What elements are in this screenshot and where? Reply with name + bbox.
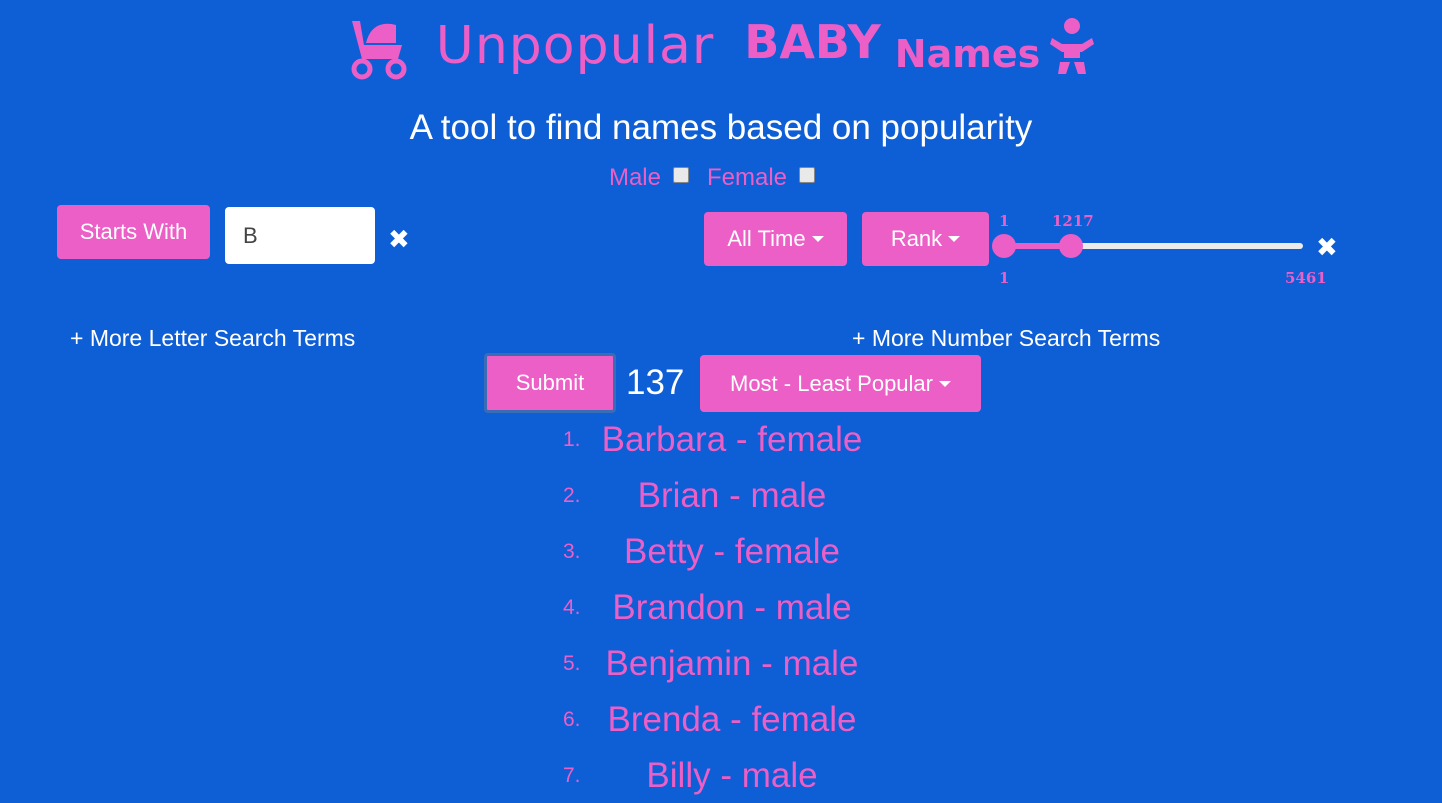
- list-item-index: 3.: [563, 540, 581, 563]
- logo-word-names: Names: [894, 32, 1041, 76]
- page-subtitle: A tool to find names based on popularity: [409, 108, 1033, 147]
- submit-button[interactable]: Submit: [484, 353, 616, 413]
- letter-search-input[interactable]: B: [225, 207, 375, 264]
- starts-with-button[interactable]: Starts With: [57, 205, 210, 259]
- list-item-name: Brenda - female: [607, 700, 857, 739]
- list-item: 1. Barbara - female: [0, 412, 1442, 468]
- more-letter-terms-link[interactable]: + More Letter Search Terms: [70, 325, 355, 352]
- list-item-index: 6.: [563, 708, 581, 731]
- metric-dropdown[interactable]: Rank: [862, 212, 989, 266]
- list-item-index: 7.: [563, 764, 581, 787]
- list-item: 4. Brandon - male: [0, 580, 1442, 636]
- female-checkbox[interactable]: [799, 167, 816, 183]
- sort-order-label: Most - Least Popular: [730, 370, 933, 396]
- list-item-name: Barbara - female: [601, 420, 863, 459]
- male-label: Male: [608, 164, 661, 191]
- metric-label: Rank: [890, 226, 943, 251]
- female-label: Female: [707, 164, 788, 191]
- starts-with-label: Starts With: [79, 219, 188, 244]
- more-number-terms-link[interactable]: + More Number Search Terms: [852, 325, 1160, 352]
- list-item: 7. Billy - male: [0, 748, 1442, 803]
- list-item: 6. Brenda - female: [0, 692, 1442, 748]
- list-item-name: Benjamin - male: [605, 644, 859, 683]
- male-checkbox[interactable]: [673, 167, 689, 183]
- results-list: 1. Barbara - female 2. Brian - male 3. B…: [0, 412, 1442, 803]
- list-item-index: 2.: [563, 484, 581, 507]
- list-item: 5. Benjamin - male: [0, 636, 1442, 692]
- logo-word-unpopular: Unpopular: [435, 16, 715, 76]
- time-period-dropdown[interactable]: All Time: [704, 212, 847, 266]
- baby-icon: [1050, 18, 1095, 74]
- gender-filter: Male Female: [0, 164, 1442, 192]
- clear-number-icon[interactable]: ✖: [1316, 232, 1338, 263]
- list-item-name: Billy - male: [646, 756, 818, 795]
- list-item-name: Betty - female: [624, 532, 840, 571]
- slider-min-label: 1: [999, 269, 1010, 287]
- submit-label: Submit: [515, 370, 585, 395]
- stroller-icon: [351, 21, 407, 80]
- caret-down-icon: [948, 236, 961, 242]
- letter-search-value: B: [243, 222, 258, 248]
- logo-word-baby: BABY: [744, 15, 881, 69]
- list-item-index: 4.: [563, 596, 581, 619]
- list-item-index: 5.: [563, 652, 581, 675]
- list-item: 3. Betty - female: [0, 524, 1442, 580]
- list-item: 2. Brian - male: [0, 468, 1442, 524]
- slider-high-value: 1217: [1052, 212, 1094, 230]
- time-period-label: All Time: [727, 226, 806, 251]
- clear-letter-icon[interactable]: ✖: [388, 224, 410, 255]
- list-item-name: Brandon - male: [612, 588, 852, 627]
- list-item-name: Brian - male: [637, 476, 827, 515]
- slider-low-value: 1: [999, 212, 1010, 230]
- caret-down-icon: [938, 380, 951, 387]
- list-item-index: 1.: [563, 428, 581, 451]
- rank-slider-low-handle[interactable]: [992, 234, 1016, 258]
- rank-slider-high-handle[interactable]: [1059, 234, 1083, 258]
- slider-max-label: 5461: [1285, 269, 1327, 287]
- result-count: 137: [626, 363, 685, 402]
- sort-order-dropdown[interactable]: Most - Least Popular: [700, 355, 981, 412]
- caret-down-icon: [811, 236, 824, 242]
- site-logo: Unpopular BABY Names: [0, 8, 1442, 88]
